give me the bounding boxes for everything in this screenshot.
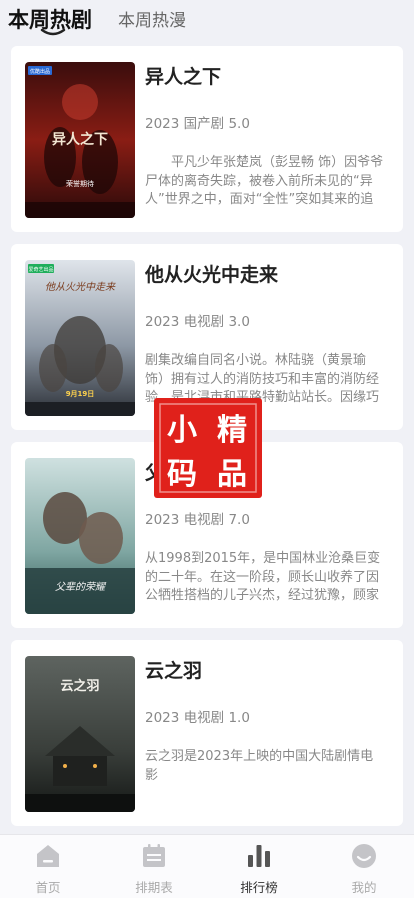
profile-icon	[352, 844, 376, 868]
nav-label: 首页	[35, 880, 61, 895]
poster-title: 云之羽	[60, 678, 99, 694]
show-description: 平凡少年张楚岚（彭昱畅 饰）因爷爷尸体的离奇失踪，被卷入前所未见的“异人”世界之…	[145, 155, 384, 207]
top-tabs: 本周热剧 本周热漫	[0, 0, 414, 40]
nav-label: 我的	[351, 880, 377, 895]
ranking-icon	[248, 845, 270, 867]
home-icon	[37, 845, 59, 867]
poster-title: 异人之下	[52, 131, 108, 148]
bottom-nav: 首页 排期表 排行榜 我的	[0, 834, 414, 898]
watermark-char: 小	[167, 413, 197, 448]
show-description: 云之羽是2023年上映的中国大陆剧情电影	[145, 749, 374, 783]
show-meta: 2023 电视剧 1.0	[145, 710, 250, 726]
show-description: 从1998到2015年，是中国林业沧桑巨变的二十年。在这一阶段，顾长山收养了因公…	[145, 551, 381, 603]
show-title: 他从火光中走来	[145, 264, 279, 286]
poster-image: 云之羽	[25, 656, 135, 812]
show-meta: 2023 电视剧 3.0	[145, 314, 250, 330]
watermark-stamp: 小 精 码 品	[154, 398, 262, 498]
nav-item-profile[interactable]: 我的	[314, 843, 414, 896]
show-card[interactable]: 优酷出品 异人之下 荣誉期待 异人之下 2023 国产剧 5.0 平凡少年张楚岚…	[11, 46, 403, 232]
poster-image: 父辈的荣耀	[25, 458, 135, 614]
poster-tag: 爱奇艺出品	[28, 266, 53, 273]
watermark-char: 品	[217, 457, 247, 492]
poster-subtitle: 9月19日	[66, 390, 95, 398]
show-meta: 2023 国产剧 5.0	[145, 116, 250, 132]
nav-label: 排期表	[135, 880, 173, 895]
poster-title: 他从火光中走来	[45, 281, 116, 293]
poster-tag: 优酷出品	[30, 68, 50, 75]
calendar-icon	[143, 844, 165, 867]
show-title: 异人之下	[145, 66, 222, 88]
poster-subtitle: 荣誉期待	[66, 179, 94, 188]
show-title: 云之羽	[145, 660, 203, 682]
watermark-char: 精	[217, 413, 247, 448]
poster-title: 父辈的荣耀	[55, 581, 107, 593]
show-meta: 2023 电视剧 7.0	[145, 512, 250, 528]
nav-item-home[interactable]: 首页	[0, 843, 98, 896]
watermark-char: 码	[167, 457, 197, 492]
nav-label: 排行榜	[240, 880, 278, 895]
tab-weekly-hot-comics[interactable]: 本周热漫	[118, 6, 186, 31]
nav-item-schedule[interactable]: 排期表	[104, 843, 204, 896]
nav-item-ranking[interactable]: 排行榜	[209, 843, 309, 896]
poster-image: 优酷出品 异人之下 荣誉期待	[25, 62, 135, 218]
active-tab-indicator	[40, 28, 66, 36]
poster-image: 爱奇艺出品 他从火光中走来 9月19日	[25, 260, 135, 416]
show-card[interactable]: 云之羽 云之羽 2023 电视剧 1.0 云之羽是2023年上映的中国大陆剧情电…	[11, 640, 403, 826]
